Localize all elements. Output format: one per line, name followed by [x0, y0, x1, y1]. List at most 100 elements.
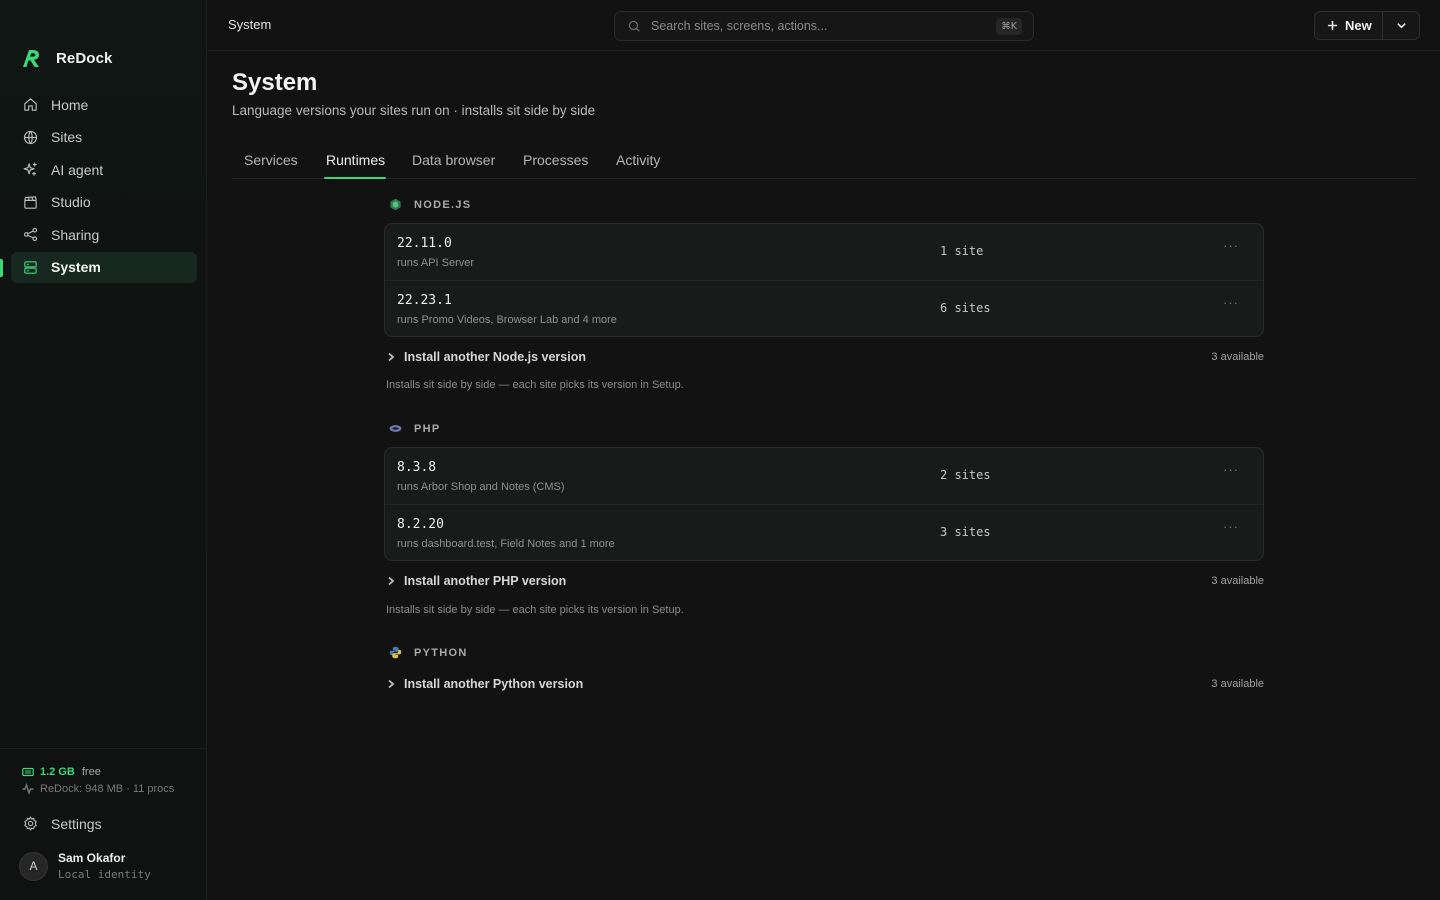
site-count: 3 sites — [940, 525, 991, 539]
memory-chip-icon — [22, 767, 34, 777]
version-number: 8.3.8 — [397, 460, 437, 475]
version-row: 22.23.1 runs Promo Videos, Browser Lab a… — [385, 280, 1263, 336]
tab-data-browser[interactable]: Data browser — [412, 152, 495, 179]
python-icon — [389, 646, 402, 659]
new-dropdown-button[interactable] — [1383, 12, 1419, 39]
tab-bar: Services Runtimes Data browser Processes… — [232, 145, 1416, 179]
settings-link[interactable]: Settings — [22, 815, 102, 832]
tab-processes[interactable]: Processes — [523, 152, 588, 179]
tab-runtimes[interactable]: Runtimes — [326, 152, 385, 179]
activity-icon — [22, 783, 34, 795]
new-button-label: New — [1345, 18, 1372, 33]
topbar: System ⌘K New — [207, 0, 1440, 51]
sparkle-icon — [23, 162, 37, 176]
page-subtitle: Language versions your sites run on · in… — [232, 103, 596, 118]
share-icon — [23, 228, 38, 242]
version-usage: runs API Server — [397, 257, 475, 269]
version-number: 22.11.0 — [397, 236, 452, 251]
site-count: 6 sites — [940, 301, 991, 315]
page-title: System — [232, 69, 318, 96]
more-options-button[interactable]: ··· — [1223, 238, 1239, 253]
memory-status: 1.2 GB free — [22, 766, 101, 778]
install-hint: Installs sit side by side — each site pi… — [386, 379, 684, 391]
runtime-name: PYTHON — [414, 646, 468, 659]
runtime-name: PHP — [414, 422, 441, 435]
runtime-header-php: PHP — [389, 422, 441, 435]
nodejs-icon — [390, 198, 401, 211]
tab-activity[interactable]: Activity — [616, 152, 660, 179]
sidebar-footer: 1.2 GB free ReDock: 948 MB · 11 procs Se… — [0, 748, 207, 900]
site-count: 1 site — [940, 244, 984, 258]
user-subtitle: Local identity — [58, 868, 151, 881]
available-count: 3 available — [1211, 351, 1264, 363]
site-count: 2 sites — [940, 468, 991, 482]
sidebar-item-home[interactable]: Home — [11, 89, 197, 120]
user-profile[interactable]: A Sam Okafor Local identity — [19, 851, 151, 881]
sidebar-item-sites[interactable]: Sites — [11, 122, 197, 153]
sidebar-item-ai-agent[interactable]: AI agent — [11, 154, 197, 185]
install-nodejs-toggle[interactable]: Install another Node.js version 3 availa… — [386, 350, 1264, 364]
sidebar-item-sharing[interactable]: Sharing — [11, 219, 197, 250]
home-icon — [24, 98, 37, 111]
globe-icon — [23, 130, 38, 144]
server-icon — [24, 261, 37, 274]
runtime-header-python: PYTHON — [389, 646, 468, 659]
app-name: ReDock — [56, 49, 113, 67]
version-row: 8.2.20 runs dashboard.test, Field Notes … — [385, 504, 1263, 560]
version-row: 22.11.0 runs API Server 1 site ··· — [385, 224, 1263, 280]
new-button-group: New — [1314, 11, 1420, 40]
php-icon — [389, 425, 402, 432]
runtime-card-nodejs: 22.11.0 runs API Server 1 site ··· 22.23… — [384, 223, 1264, 337]
install-python-toggle[interactable]: Install another Python version 3 availab… — [386, 677, 1264, 691]
install-hint: Installs sit side by side — each site pi… — [386, 604, 684, 616]
chevron-down-icon — [1396, 23, 1406, 29]
active-indicator — [0, 259, 3, 277]
available-count: 3 available — [1211, 575, 1264, 587]
sidebar-item-label: Home — [51, 96, 89, 113]
install-label: Install another PHP version — [404, 574, 567, 588]
sidebar-item-label: Studio — [51, 194, 91, 211]
avatar: A — [19, 851, 48, 881]
settings-label: Settings — [51, 815, 102, 832]
sidebar-item-label: System — [51, 259, 101, 276]
available-count: 3 available — [1211, 678, 1264, 690]
chevron-right-icon — [388, 576, 395, 586]
install-php-toggle[interactable]: Install another PHP version 3 available — [386, 574, 1264, 588]
version-number: 8.2.20 — [397, 517, 444, 532]
sidebar-item-studio[interactable]: Studio — [11, 187, 197, 218]
new-button[interactable]: New — [1315, 12, 1383, 39]
install-label: Install another Python version — [404, 677, 584, 691]
brand[interactable]: ReDock — [19, 46, 112, 70]
sidebar-item-label: Sharing — [51, 226, 100, 243]
search-shortcut-badge: ⌘K — [996, 18, 1022, 35]
memory-value: 1.2 GB — [40, 766, 75, 778]
user-text: Sam Okafor Local identity — [58, 851, 151, 881]
gear-icon — [24, 816, 37, 831]
version-usage: runs Promo Videos, Browser Lab and 4 mor… — [397, 314, 617, 326]
sidebar-item-system[interactable]: System — [11, 251, 197, 283]
install-label: Install another Node.js version — [404, 350, 586, 364]
clapper-icon — [24, 196, 37, 209]
sidebar-nav: Home Sites AI agent Studio Sharing Syste… — [11, 89, 197, 285]
breadcrumb: System — [228, 17, 272, 32]
more-options-button[interactable]: ··· — [1223, 462, 1239, 477]
search-input[interactable] — [651, 19, 981, 33]
runtime-header-nodejs: NODE.JS — [389, 198, 471, 211]
chevron-right-icon — [388, 352, 395, 362]
version-usage: runs dashboard.test, Field Notes and 1 m… — [397, 538, 615, 550]
search-icon — [628, 20, 640, 32]
version-row: 8.3.8 runs Arbor Shop and Notes (CMS) 2 … — [385, 448, 1263, 504]
chevron-right-icon — [388, 679, 395, 689]
memory-label: free — [81, 766, 101, 778]
process-info: ReDock: 948 MB · 11 procs — [40, 783, 175, 795]
sidebar-item-label: AI agent — [51, 161, 104, 178]
sidebar: ReDock Home Sites AI agent Studio Sharin… — [0, 0, 207, 900]
plus-icon — [1327, 20, 1338, 31]
process-status: ReDock: 948 MB · 11 procs — [22, 783, 174, 795]
runtime-card-php: 8.3.8 runs Arbor Shop and Notes (CMS) 2 … — [384, 447, 1264, 561]
search-box[interactable]: ⌘K — [614, 11, 1034, 41]
version-number: 22.23.1 — [397, 293, 452, 308]
more-options-button[interactable]: ··· — [1223, 295, 1239, 310]
tab-services[interactable]: Services — [244, 152, 298, 179]
more-options-button[interactable]: ··· — [1223, 519, 1239, 534]
